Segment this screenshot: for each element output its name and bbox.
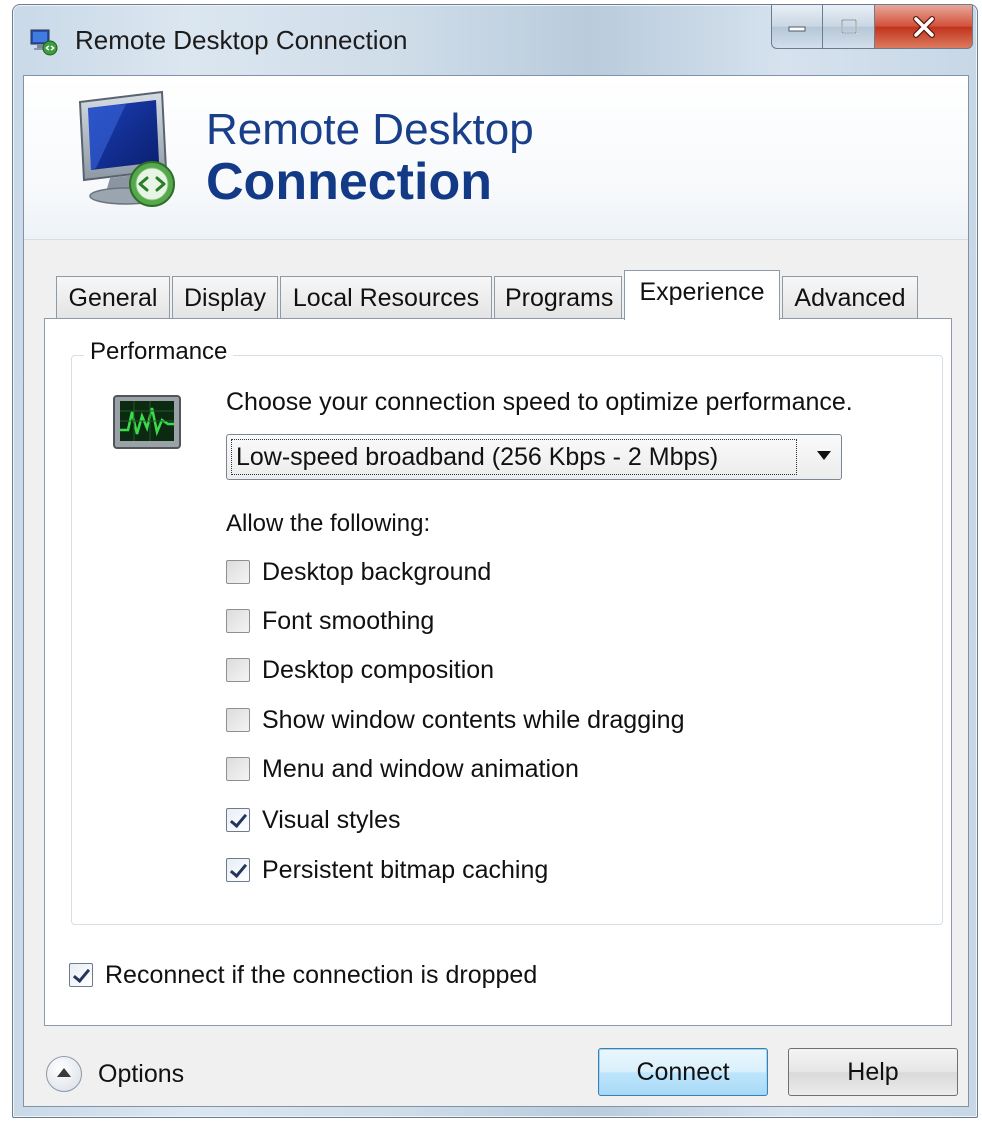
tab-programs[interactable]: Programs (494, 276, 622, 318)
persistent-bitmap-caching-checkbox[interactable] (226, 858, 250, 882)
reconnect-label: Reconnect if the connection is dropped (105, 960, 538, 989)
visual-styles-checkbox[interactable] (226, 808, 250, 832)
desktop-composition-checkbox[interactable] (226, 658, 250, 682)
show-window-contents-checkbox[interactable] (226, 708, 250, 732)
header-banner: Remote Desktop Connection (24, 76, 968, 240)
options-toggle[interactable]: Options (46, 1056, 184, 1092)
tab-general[interactable]: General (56, 276, 170, 318)
banner-title: Remote Desktop Connection (206, 105, 534, 211)
desktop-background-checkbox[interactable] (226, 560, 250, 584)
window-title: Remote Desktop Connection (75, 25, 408, 55)
option-label: Show window contents while dragging (262, 705, 685, 734)
connect-button[interactable]: Connect (598, 1048, 768, 1096)
option-font-smoothing[interactable]: Font smoothing (226, 605, 434, 637)
option-persistent-bitmap-caching[interactable]: Persistent bitmap caching (226, 854, 548, 886)
connection-speed-dropdown[interactable]: Low-speed broadband (256 Kbps - 2 Mbps) (226, 434, 842, 480)
app-window: Remote Desktop Connection Remote Desktop… (12, 4, 978, 1118)
caption-buttons (771, 5, 973, 51)
remote-desktop-monitor-icon (78, 90, 175, 207)
performance-groupbox: Performance Choose your connection speed… (71, 338, 943, 925)
option-label: Persistent bitmap caching (262, 855, 549, 884)
close-icon (912, 15, 935, 38)
tab-local-resources[interactable]: Local Resources (280, 276, 492, 318)
option-label: Desktop background (262, 557, 492, 586)
menu-window-animation-checkbox[interactable] (226, 757, 250, 781)
options-label: Options (98, 1059, 185, 1088)
chevron-down-icon (817, 451, 831, 460)
maximize-button[interactable] (823, 5, 875, 49)
connection-speed-prompt: Choose your connection speed to optimize… (226, 388, 853, 416)
option-show-window-contents[interactable]: Show window contents while dragging (226, 704, 684, 736)
option-visual-styles[interactable]: Visual styles (226, 804, 401, 836)
font-smoothing-checkbox[interactable] (226, 609, 250, 633)
reconnect-checkbox[interactable] (69, 963, 93, 987)
banner-title-line1: Remote Desktop (206, 105, 534, 154)
title-bar[interactable]: Remote Desktop Connection (13, 5, 977, 75)
help-button[interactable]: Help (788, 1048, 958, 1096)
option-desktop-composition[interactable]: Desktop composition (226, 654, 494, 686)
option-label: Menu and window animation (262, 754, 579, 783)
tab-display[interactable]: Display (172, 276, 278, 318)
tab-experience[interactable]: Experience (624, 270, 780, 320)
performance-monitor-icon (113, 395, 181, 449)
minimize-button[interactable] (771, 5, 823, 49)
allow-following-label: Allow the following: (226, 510, 431, 537)
option-label: Visual styles (262, 805, 401, 834)
experience-tab-panel: Performance Choose your connection speed… (44, 318, 952, 1026)
reconnect-option[interactable]: Reconnect if the connection is dropped (69, 959, 537, 991)
close-button[interactable] (875, 5, 973, 49)
connection-speed-value: Low-speed broadband (256 Kbps - 2 Mbps) (231, 439, 797, 475)
option-menu-window-animation[interactable]: Menu and window animation (226, 753, 579, 785)
option-label: Desktop composition (262, 655, 495, 684)
banner-title-line2: Connection (206, 153, 492, 211)
performance-group-label: Performance (84, 338, 234, 366)
chevron-up-icon[interactable] (46, 1056, 82, 1092)
option-label: Font smoothing (262, 606, 435, 635)
dialog-client-area: Remote Desktop Connection General Displa… (23, 75, 969, 1107)
option-desktop-background[interactable]: Desktop background (226, 556, 491, 588)
tab-advanced[interactable]: Advanced (782, 276, 918, 318)
maximize-icon (840, 18, 857, 34)
minimize-icon (788, 26, 806, 31)
remote-desktop-app-icon (30, 29, 58, 56)
